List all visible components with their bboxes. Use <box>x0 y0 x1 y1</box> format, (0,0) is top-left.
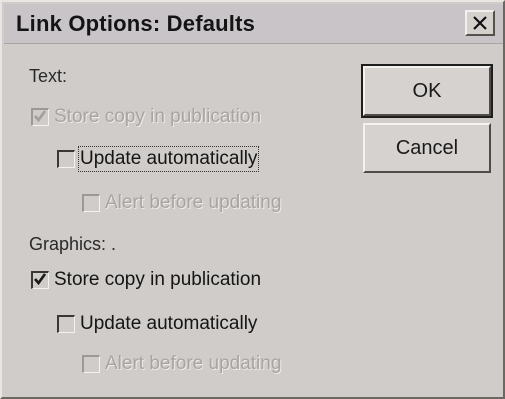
text-update-auto-checkbox[interactable] <box>57 150 75 168</box>
graphics-group-label: Graphics: . <box>29 234 117 254</box>
checkmark-icon <box>34 273 47 286</box>
graphics-alert-before-label: Alert before updating <box>105 353 282 374</box>
graphics-store-copy-checkbox[interactable] <box>31 271 49 289</box>
text-alert-before-checkbox[interactable] <box>82 194 100 212</box>
ok-button[interactable]: OK <box>361 64 493 118</box>
graphics-update-auto-label: Update automatically <box>80 313 258 334</box>
text-alert-before-label: Alert before updating <box>105 192 282 213</box>
dialog-title: Link Options: Defaults <box>16 11 256 36</box>
text-update-auto-label: Update automatically <box>77 146 260 172</box>
graphics-update-auto-checkbox[interactable] <box>57 315 75 333</box>
checkmark-icon <box>34 110 47 123</box>
link-options-dialog: Link Options: Defaults Text: Store copy … <box>0 0 505 399</box>
title-bar: Link Options: Defaults <box>4 4 503 44</box>
graphics-store-copy-label: Store copy in publication <box>54 269 262 290</box>
graphics-update-auto-option[interactable]: Update automatically <box>57 313 257 335</box>
cancel-button[interactable]: Cancel <box>363 123 491 173</box>
graphics-alert-before-checkbox[interactable] <box>82 355 100 373</box>
text-store-copy-checkbox[interactable] <box>31 108 49 126</box>
text-alert-before-option[interactable]: Alert before updating <box>82 192 281 214</box>
text-store-copy-label: Store copy in publication <box>54 106 262 127</box>
graphics-store-copy-option[interactable]: Store copy in publication <box>31 269 261 291</box>
close-x-icon <box>473 16 487 30</box>
text-store-copy-option[interactable]: Store copy in publication <box>31 106 261 128</box>
graphics-alert-before-option[interactable]: Alert before updating <box>82 353 281 375</box>
close-button[interactable] <box>465 10 495 36</box>
text-update-auto-option[interactable]: Update automatically <box>57 146 260 172</box>
text-group-label: Text: <box>29 66 68 86</box>
